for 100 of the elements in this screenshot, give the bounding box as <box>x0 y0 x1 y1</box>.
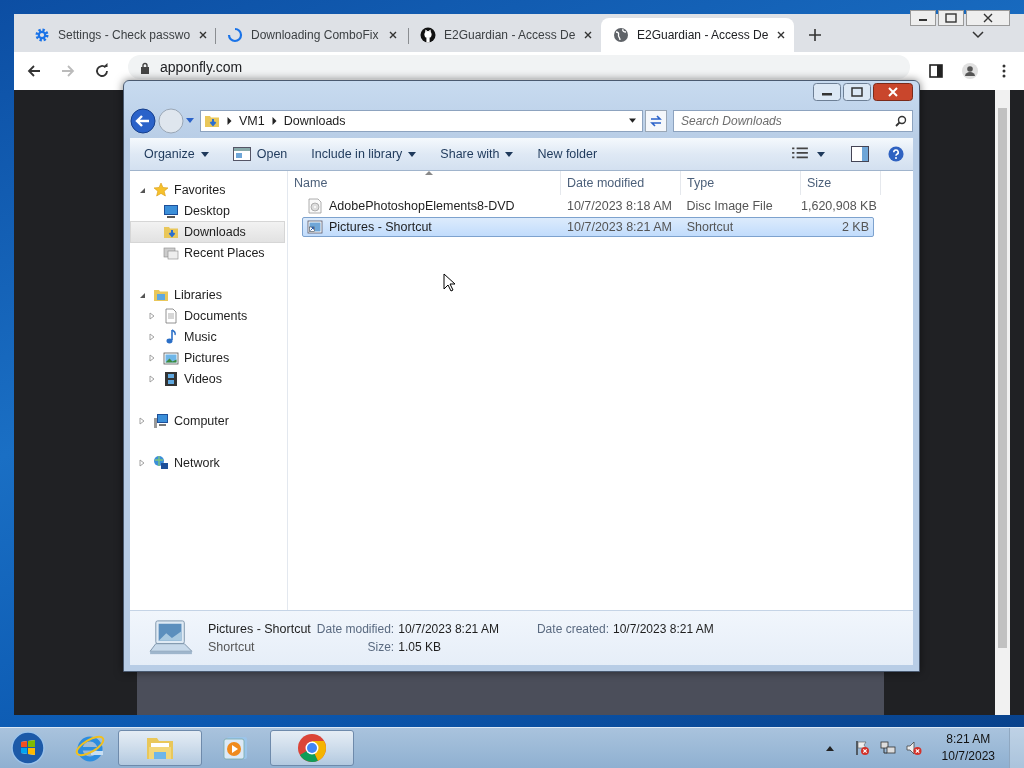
recent-places-icon <box>163 244 179 261</box>
close-icon[interactable] <box>583 30 594 40</box>
close-icon[interactable] <box>966 10 1010 26</box>
gear-icon <box>34 27 50 43</box>
muted-speaker-icon[interactable] <box>905 740 922 756</box>
maximize-icon[interactable] <box>843 83 871 101</box>
network-icon[interactable] <box>879 740 896 756</box>
caret-icon[interactable] <box>817 151 825 157</box>
table-cell-text: 2 KB <box>840 220 870 234</box>
detail-label: Date modified: <box>316 622 395 636</box>
search-icon[interactable] <box>895 115 907 127</box>
toolbar-button[interactable]: New folder <box>529 143 606 165</box>
start-orb-icon[interactable] <box>10 730 46 766</box>
caret-icon <box>200 151 209 157</box>
star-icon <box>153 181 169 198</box>
clock[interactable]: 8:21 AM 10/7/2023 <box>941 731 995 765</box>
profile-icon[interactable] <box>962 63 978 79</box>
close-icon[interactable] <box>388 30 398 40</box>
file-row[interactable]: AdobePhotoshopElements8-DVD 10/7/2023 8:18 AM Disc Image File 1,620,908 KB <box>302 196 874 216</box>
toolbar-button[interactable]: Include in library <box>303 143 425 165</box>
file-name: Pictures - Shortcut <box>329 220 432 234</box>
history-dropdown-icon[interactable] <box>186 118 194 124</box>
laptop-icon <box>148 619 194 657</box>
chrome-logo-icon <box>296 732 328 764</box>
show-hidden-icons-arrow-icon[interactable] <box>825 745 834 751</box>
detail-value: 1.05 KB <box>398 640 442 654</box>
globe-icon <box>613 27 629 43</box>
column-header[interactable]: Date modified <box>561 171 681 195</box>
detail-value: 10/7/2023 8:21 AM <box>613 622 714 636</box>
network-globe-icon <box>153 454 169 471</box>
breadcrumb-arrow-icon[interactable] <box>270 117 278 125</box>
table-cell-text: Shortcut <box>685 220 735 234</box>
monitor-icon <box>163 202 179 219</box>
sidebar-item[interactable]: Desktop <box>158 199 285 222</box>
window-icon <box>232 147 251 161</box>
table-cell-text: 10/7/2023 8:18 AM <box>565 199 673 213</box>
breadcrumb-item[interactable]: Downloads <box>283 114 346 128</box>
browser-tab[interactable]: E2Guardian - Access De <box>408 18 601 52</box>
breadcrumb-item[interactable]: VM1 <box>239 114 265 128</box>
search-field[interactable]: Search Downloads <box>673 110 913 132</box>
picture-icon <box>163 349 179 366</box>
minimize-icon[interactable] <box>813 83 841 101</box>
document-icon <box>163 307 179 324</box>
browser-tab[interactable]: Downloading ComboFix <box>215 18 408 52</box>
flag-icon[interactable] <box>853 740 870 756</box>
taskbar-button[interactable] <box>118 730 202 766</box>
new-tab-icon[interactable] <box>808 28 822 42</box>
file-name: AdobePhotoshopElements8-DVD <box>329 199 515 213</box>
toolbar-button[interactable]: Share with <box>432 143 522 165</box>
detail-label: Date created: <box>536 622 609 636</box>
sidebar-item[interactable]: Libraries <box>148 283 285 306</box>
sidebar-item[interactable]: Network <box>148 451 285 474</box>
disc-file-icon <box>307 198 323 214</box>
maximize-icon[interactable] <box>938 10 964 26</box>
caret-icon <box>505 151 514 157</box>
computer-icon <box>153 412 169 429</box>
address-bar[interactable]: VM1 Downloads <box>200 110 643 132</box>
close-icon[interactable] <box>198 30 209 40</box>
taskbar-button[interactable] <box>270 730 354 766</box>
column-header[interactable]: Type <box>681 171 801 195</box>
toolbar-button[interactable]: Organize <box>136 143 217 165</box>
file-row[interactable]: Pictures - Shortcut 10/7/2023 8:21 AM Shortcut 2 KB <box>302 217 874 237</box>
scrollbar[interactable] <box>995 90 1010 715</box>
sidebar-item[interactable]: Computer <box>148 409 285 432</box>
detail-label: Size: <box>366 640 395 654</box>
browser-tab[interactable]: Settings - Check passwo <box>22 18 215 52</box>
sidebar-item[interactable]: Documents <box>158 304 285 327</box>
sidebar-icon[interactable] <box>928 63 944 79</box>
sort-arrow-icon <box>425 171 433 175</box>
table-cell-text: 10/7/2023 8:21 AM <box>566 220 674 234</box>
browser-tab[interactable]: E2Guardian - Access De <box>601 18 794 52</box>
film-strip-icon <box>163 370 179 387</box>
column-header[interactable]: Size <box>801 171 881 195</box>
address-bar[interactable]: apponfly.com <box>128 55 910 79</box>
download-folder-icon <box>204 113 220 129</box>
sidebar-item[interactable]: Downloads <box>130 220 285 243</box>
table-cell-text: Disc Image File <box>685 199 774 213</box>
sidebar-item[interactable]: Recent Places <box>158 241 285 264</box>
minimize-icon[interactable] <box>910 10 936 26</box>
tab-search-chevron-icon[interactable] <box>972 31 984 39</box>
help-icon[interactable] <box>887 146 905 162</box>
sidebar-item[interactable]: Videos <box>158 367 285 390</box>
mouse-cursor-icon <box>443 273 455 292</box>
file-type: Shortcut <box>208 640 256 654</box>
refresh-icon[interactable] <box>645 110 667 132</box>
detail-value: 10/7/2023 8:21 AM <box>398 622 499 636</box>
loading-spinner-icon <box>227 27 243 43</box>
dropdown-arrow-icon[interactable] <box>629 117 636 125</box>
back-arrow-icon[interactable] <box>26 63 42 79</box>
sidebar-item[interactable]: Favorites <box>148 178 285 201</box>
breadcrumb-arrow-icon[interactable] <box>226 117 233 125</box>
preview-pane-icon[interactable] <box>851 146 869 162</box>
sidebar-item[interactable]: Music <box>158 325 285 348</box>
sidebar-item[interactable]: Pictures <box>158 346 285 369</box>
lock-icon <box>140 61 150 74</box>
close-icon[interactable] <box>873 83 913 101</box>
toolbar-button[interactable]: Open <box>224 143 296 165</box>
shortcut-icon <box>307 219 323 235</box>
reload-icon[interactable] <box>94 63 110 79</box>
close-icon[interactable] <box>776 30 787 40</box>
